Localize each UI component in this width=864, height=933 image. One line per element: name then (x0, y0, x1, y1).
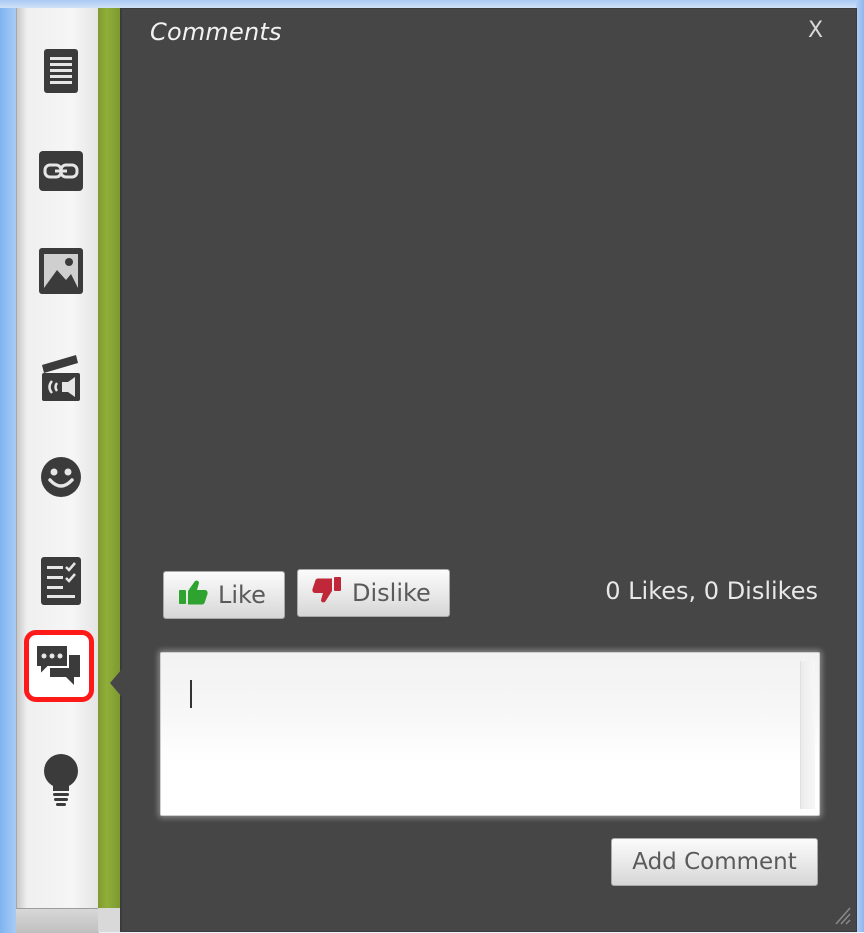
close-button[interactable]: X (808, 18, 823, 43)
tool-link-button[interactable] (24, 134, 98, 208)
clapperboard-audio-icon (38, 351, 84, 403)
tool-document-button[interactable] (24, 34, 98, 108)
comment-input-container (160, 652, 820, 816)
tool-image-button[interactable] (24, 234, 98, 308)
thumbs-down-icon (312, 576, 352, 610)
accent-stripe-footer (98, 908, 120, 932)
chat-bubbles-icon (34, 643, 84, 689)
tool-media-button[interactable] (24, 340, 98, 414)
dislike-button[interactable]: Dislike (297, 569, 450, 617)
panel-title: Comments (150, 18, 282, 46)
like-button[interactable]: Like (163, 571, 285, 619)
thumbs-up-icon (178, 579, 218, 611)
accent-stripe (98, 8, 120, 918)
dislike-label: Dislike (352, 579, 431, 607)
desktop-background-right (856, 0, 864, 932)
comment-input[interactable] (161, 653, 801, 815)
lightbulb-icon (41, 753, 81, 813)
panel-pointer (110, 669, 122, 697)
tool-checklist-button[interactable] (24, 544, 98, 618)
desktop-background-top (0, 0, 864, 8)
add-comment-button[interactable]: Add Comment (611, 838, 818, 886)
document-lines-icon (42, 48, 80, 94)
tool-comments-button[interactable] (24, 630, 94, 702)
text-caret (190, 680, 192, 708)
image-icon (37, 246, 85, 296)
tool-emoji-button[interactable] (24, 440, 98, 514)
reaction-counts: 0 Likes, 0 Dislikes (605, 577, 818, 605)
tool-ideas-button[interactable] (24, 746, 98, 820)
like-label: Like (218, 581, 266, 609)
resize-grip-icon[interactable] (830, 900, 852, 926)
link-icon (38, 150, 84, 192)
smiley-icon (39, 455, 83, 499)
tool-sidebar-footer (16, 908, 99, 933)
checklist-icon (40, 556, 82, 606)
comment-input-scrollbar[interactable] (800, 661, 815, 809)
